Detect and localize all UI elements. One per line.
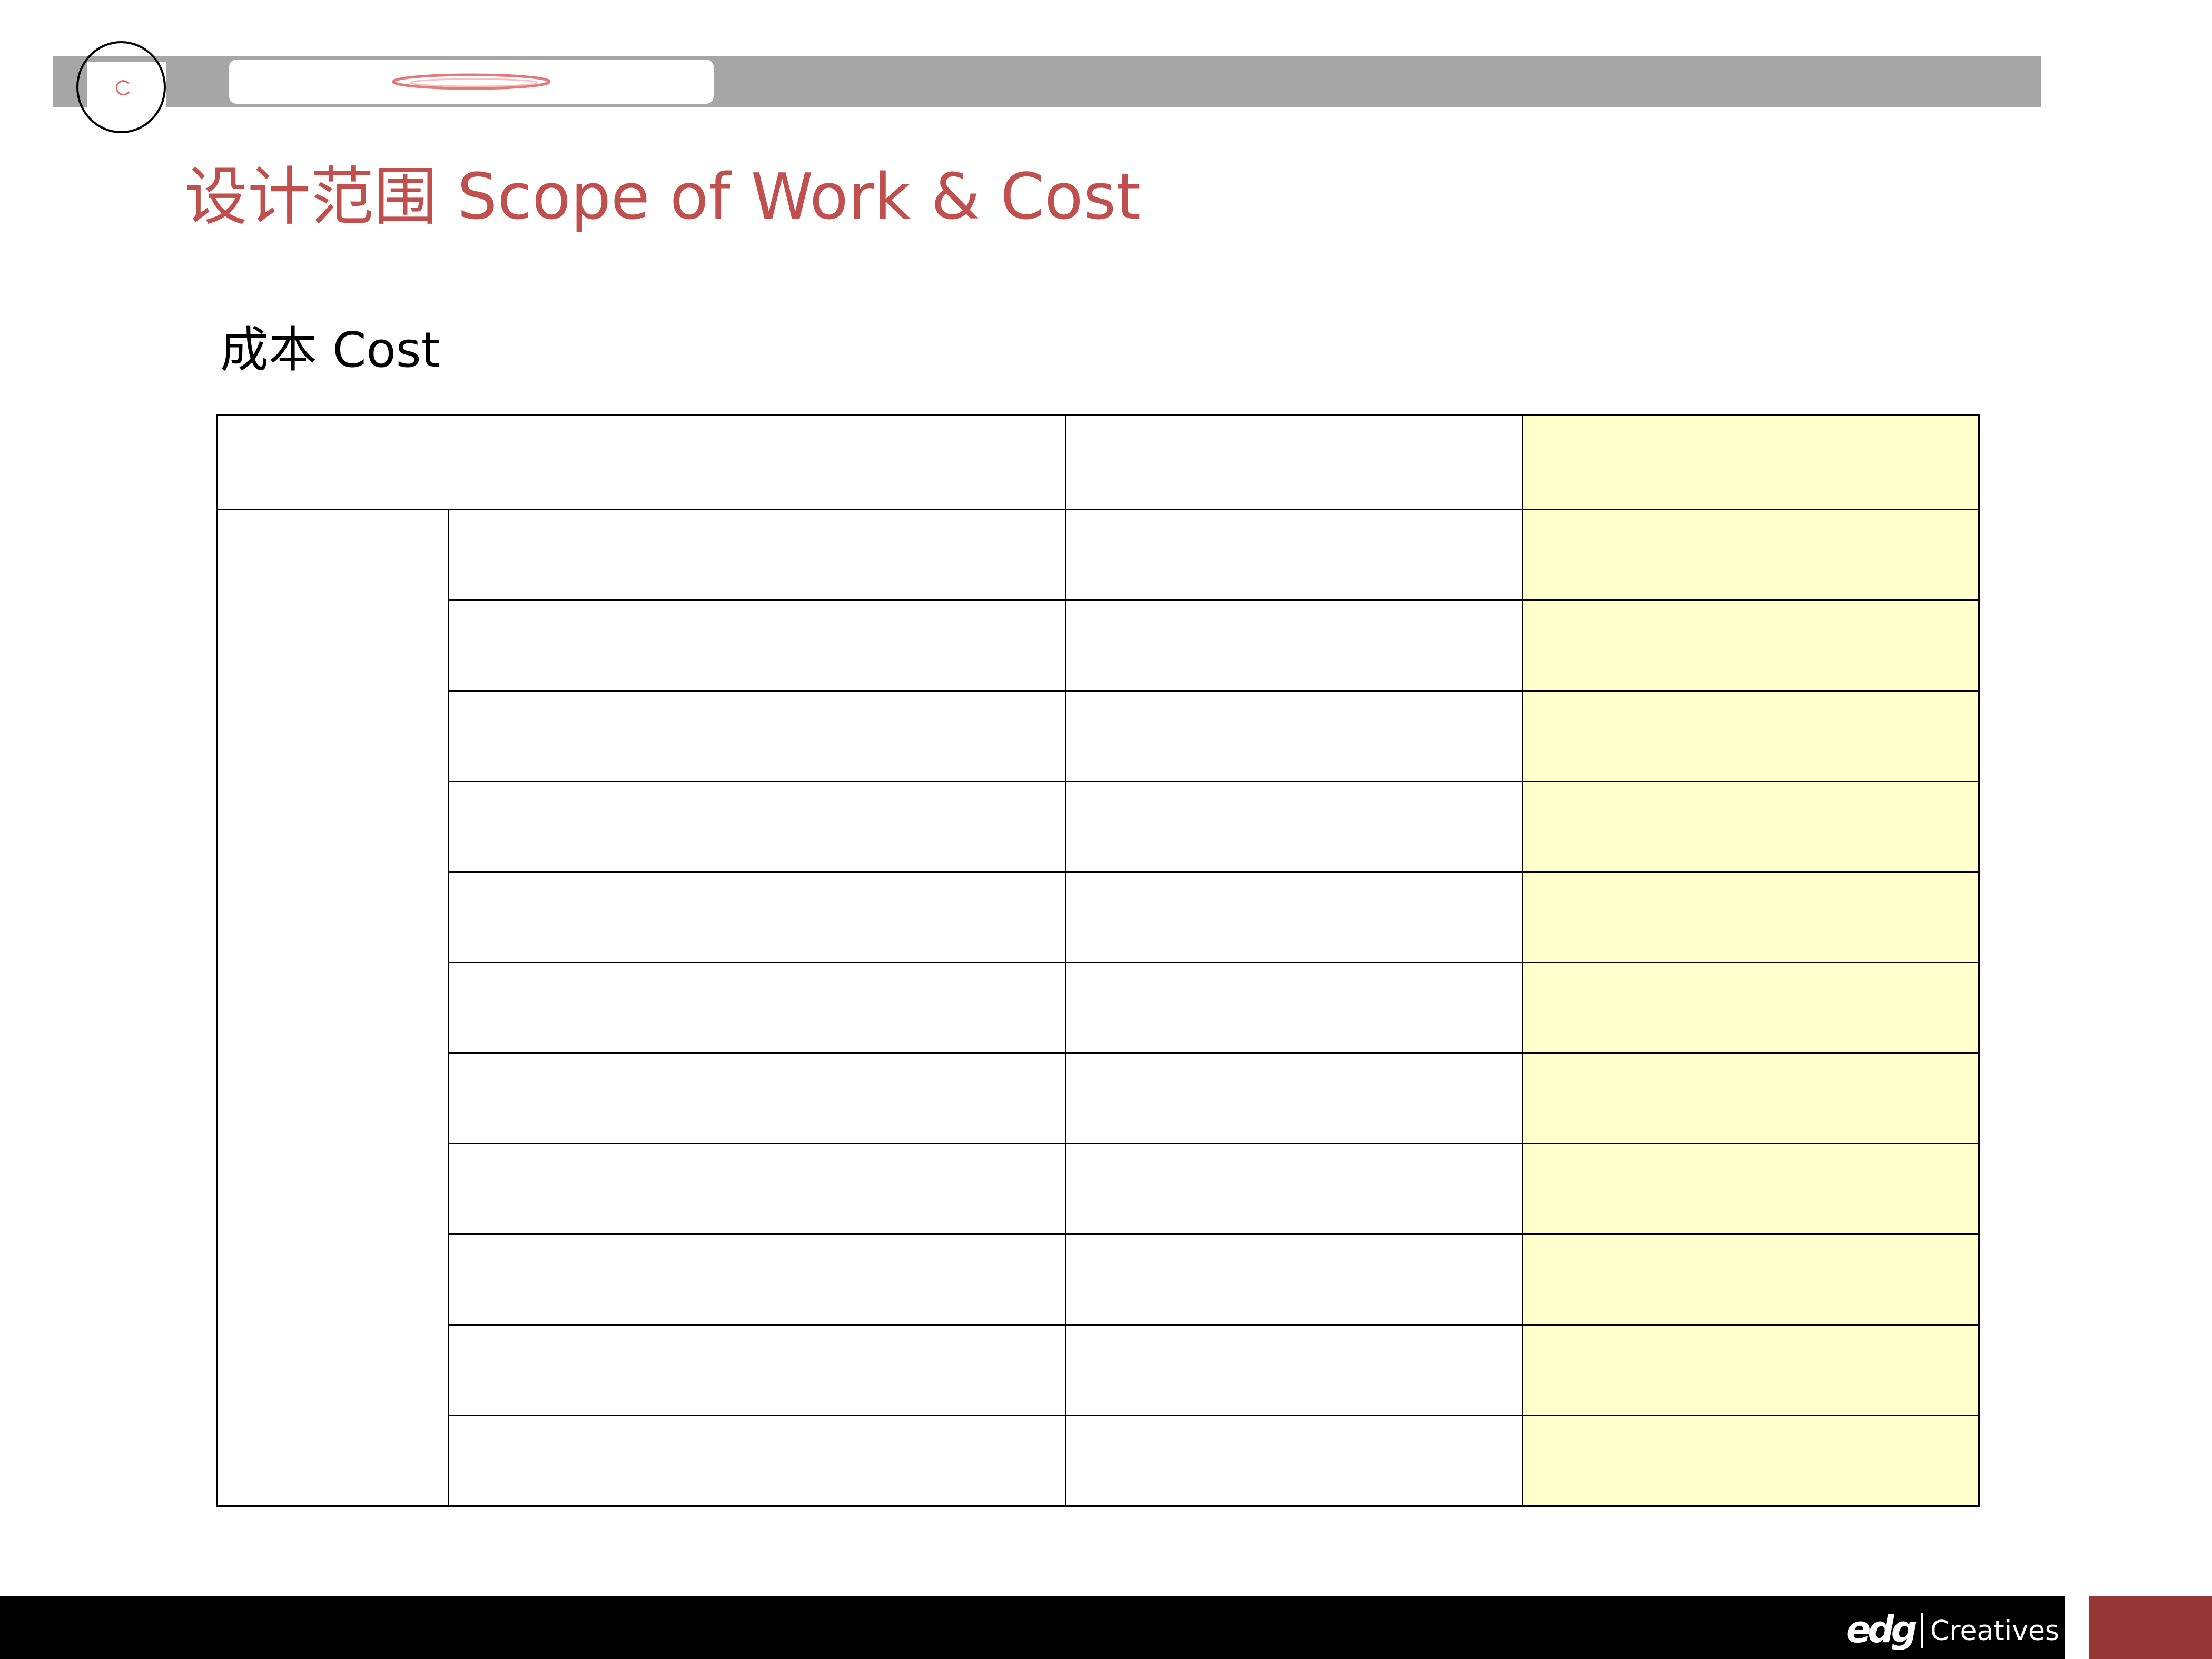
brand-mark: edg [1846, 1608, 1918, 1651]
table-cell [1065, 509, 1523, 601]
swirl-icon [115, 80, 130, 96]
table-row [216, 509, 1980, 1507]
table-cell [1065, 871, 1523, 963]
table-cell-highlight [1522, 509, 1980, 601]
table-cell-highlight [1522, 1324, 1980, 1416]
table-row [217, 1233, 1980, 1326]
table-row [217, 1324, 1980, 1416]
table-row [217, 1143, 1980, 1235]
table-row [217, 1415, 1980, 1507]
brand-logo: edg Creatives [1846, 1607, 2059, 1652]
table-cell [1065, 1415, 1523, 1507]
table-cell-highlight [1522, 599, 1980, 692]
header-cell-item [216, 414, 1066, 510]
table-row [217, 962, 1980, 1054]
cost-subtitle: 成本 Cost [220, 322, 440, 378]
table-cell-highlight [1522, 781, 1980, 873]
table-cell [448, 1324, 1066, 1416]
table-row [217, 781, 1980, 873]
table-cell [1065, 1233, 1523, 1326]
table-cell-highlight [1522, 871, 1980, 963]
table-cell [448, 690, 1066, 782]
table-cell-highlight [1522, 1052, 1980, 1144]
table-row [217, 871, 1980, 963]
table-cell-highlight [1522, 690, 1980, 782]
table-header-row [216, 414, 1980, 510]
table-cell [1065, 781, 1523, 873]
footer-bar [0, 1596, 2065, 1659]
table-cell [448, 599, 1066, 692]
table-cell [448, 1143, 1066, 1235]
table-row [217, 599, 1980, 692]
brand-name: Creatives [1930, 1615, 2060, 1647]
header-cell-quantity [1065, 414, 1523, 510]
cost-table [216, 414, 1980, 1507]
table-cell [1065, 599, 1523, 692]
table-row [217, 1052, 1980, 1144]
table-cell [1065, 962, 1523, 1054]
table-cell-highlight [1522, 1415, 1980, 1507]
slide-title: 设计范围 Scope of Work & Cost [184, 161, 1141, 234]
swoosh-logo-icon [392, 73, 551, 90]
table-cell [448, 962, 1066, 1054]
table-cell [448, 1052, 1066, 1144]
footer-accent-block [2089, 1596, 2212, 1659]
table-cell [448, 509, 1066, 601]
table-cell [1065, 1052, 1523, 1144]
table-row [217, 690, 1980, 782]
table-cell [1065, 1324, 1523, 1416]
table-cell [1065, 690, 1523, 782]
table-cell [448, 1233, 1066, 1326]
header-cell-cost [1522, 414, 1980, 510]
table-cell [448, 871, 1066, 963]
brand-divider [1921, 1613, 1923, 1648]
group-label-cell [216, 509, 449, 1507]
table-cell-highlight [1522, 962, 1980, 1054]
table-cell-highlight [1522, 1233, 1980, 1326]
table-cell-highlight [1522, 1143, 1980, 1235]
table-cell [448, 781, 1066, 873]
table-cell [448, 1415, 1066, 1507]
table-cell [1065, 1143, 1523, 1235]
